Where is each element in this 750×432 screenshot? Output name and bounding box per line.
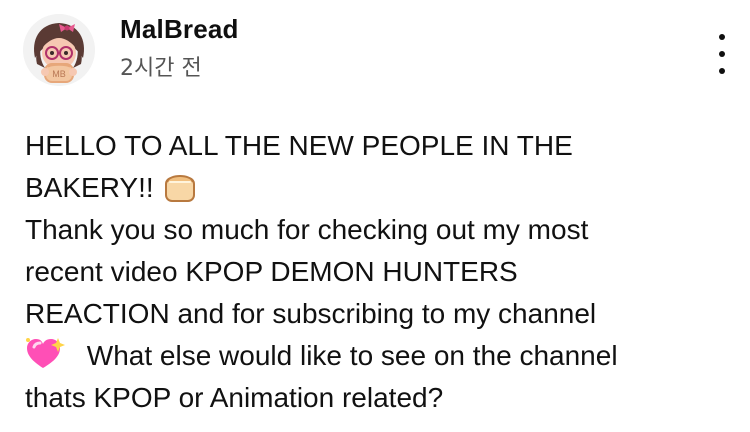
author-name[interactable]: MalBread [120,14,239,44]
post-line-5: REACTION and for subscribing to my chann… [25,298,597,329]
post-timestamp: 2시간 전 [120,56,202,81]
post-line-1: HELLO TO ALL THE NEW PEOPLE IN THE [25,130,573,161]
more-actions-button[interactable] [710,34,734,74]
post-text: HELLO TO ALL THE NEW PEOPLE IN THE BAKER… [25,125,730,419]
post-line-2: BAKERY!! [25,167,730,209]
bread-icon [165,175,196,202]
post-line-2-text: BAKERY!! [25,172,154,203]
svg-text:MB: MB [52,69,66,79]
avatar-illustration-icon: MB [23,14,95,86]
sparkling-heart-icon [26,338,65,368]
post-line-4: recent video KPOP DEMON HUNTERS [25,256,518,287]
post-line-3: Thank you so much for checking out my mo… [25,214,589,245]
post-line-6-text: What else would like to see on the chann… [86,340,618,371]
more-vertical-icon [719,34,725,40]
more-vertical-icon [719,51,725,57]
avatar[interactable]: MB [23,14,95,86]
community-post: MB MalBread 2시간 전 HELLO TO ALL THE NEW P… [0,0,750,432]
more-vertical-icon [719,68,725,74]
post-line-6: What else would like to see on the chann… [25,335,730,377]
post-line-7: thats KPOP or Animation related? [25,382,444,413]
